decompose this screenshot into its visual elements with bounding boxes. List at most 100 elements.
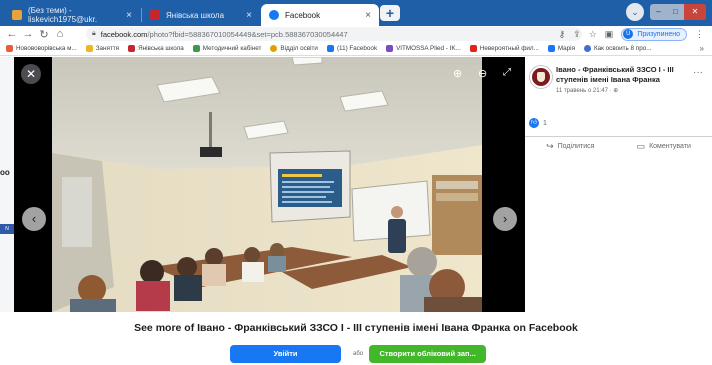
bookmark-item[interactable]: Невероятный фил...: [469, 45, 539, 52]
page-avatar[interactable]: [530, 66, 552, 88]
sidebar-icon[interactable]: ▣: [605, 29, 614, 40]
browser-tab-strip: (Без теми) - liskevich1975@ukr. × Янівсь…: [0, 0, 712, 26]
background-page-chip: N: [0, 224, 14, 234]
url-path: /photo?fbid=588367010054449&set=pcb.5883…: [147, 29, 348, 39]
bookmark-item[interactable]: Новововорівська м...: [6, 45, 77, 52]
bookmark-favicon-icon: [128, 45, 136, 52]
key-icon[interactable]: ⚷: [559, 29, 566, 40]
bookmark-favicon-icon: [192, 45, 200, 52]
classroom-photo: [52, 57, 482, 312]
bookmark-label: VITMOSSA Plied - IK...: [396, 45, 461, 52]
projection-screen: [269, 150, 351, 223]
bookmark-label: Невероятный фил...: [479, 45, 539, 52]
post-photo[interactable]: [52, 57, 482, 312]
menu-kebab-icon[interactable]: ⋮: [695, 29, 704, 40]
share-button[interactable]: ↪ Поділитися: [546, 141, 594, 152]
fullscreen-icon[interactable]: ⤢: [503, 67, 511, 78]
bookmark-label: Новововорівська м...: [16, 45, 77, 52]
photo-viewer: ✕ ‹ › ⊕ ⊖ ⤢: [0, 57, 525, 312]
reactions-summary[interactable]: 👍︎ 1: [529, 118, 547, 128]
reaction-count: 1: [543, 119, 547, 127]
bookmarks-overflow-icon[interactable]: »: [700, 42, 704, 55]
close-tab-icon[interactable]: ×: [246, 10, 252, 21]
tab-mail[interactable]: (Без теми) - liskevich1975@ukr. ×: [4, 4, 140, 26]
bookmark-item[interactable]: Методичний кабінет: [192, 45, 262, 52]
lock-icon[interactable]: 🔒︎: [92, 30, 96, 38]
globe-icon: ⊕: [613, 88, 619, 94]
see-more-heading: See more of Івано - Франківський ЗЗСО І …: [134, 322, 578, 334]
bookmark-favicon-icon: [386, 45, 394, 52]
previous-photo-button[interactable]: ‹: [22, 207, 46, 231]
bookmark-item[interactable]: Заняття: [85, 45, 120, 52]
zoom-in-icon[interactable]: ⊕: [453, 67, 462, 80]
login-actions: Увійти або Створити обліковий зап...: [230, 345, 487, 363]
more-options-icon[interactable]: ···: [693, 67, 703, 78]
facebook-favicon-icon: [269, 10, 279, 20]
profile-label: Призупинено: [637, 30, 680, 38]
tab-school[interactable]: Янівська школа ×: [142, 4, 260, 26]
maximize-icon[interactable]: □: [667, 4, 684, 20]
bookmark-label: (11) Facebook: [336, 45, 378, 52]
home-icon[interactable]: ⌂: [52, 28, 68, 40]
reload-icon[interactable]: ↻: [36, 28, 52, 41]
post-actions: ↪ Поділитися ▭ Коментувати: [525, 136, 712, 156]
tab-facebook[interactable]: Facebook ×: [261, 4, 379, 26]
next-photo-button[interactable]: ›: [493, 207, 517, 231]
bookmark-label: Как освоить 8 про...: [594, 45, 652, 52]
close-viewer-button[interactable]: ✕: [21, 64, 41, 84]
profile-button[interactable]: U Призупинено: [621, 27, 687, 41]
forward-arrow-icon[interactable]: →: [20, 28, 36, 40]
bookmark-favicon-icon: [469, 45, 477, 52]
page-name-link[interactable]: Івано - Франківський ЗЗСО І - ІІІ ступен…: [556, 65, 681, 85]
share-icon[interactable]: ⇪: [573, 29, 581, 40]
bookmark-label: Відділ освіти: [280, 45, 318, 52]
url-host: facebook.com: [100, 29, 148, 39]
comment-button[interactable]: ▭ Коментувати: [637, 141, 691, 152]
tab-title: Facebook: [285, 10, 321, 20]
share-label: Поділитися: [557, 143, 595, 150]
close-tab-icon[interactable]: ×: [126, 10, 132, 21]
back-arrow-icon[interactable]: ←: [4, 28, 20, 40]
bookmark-item[interactable]: VITMOSSA Plied - IK...: [386, 45, 461, 52]
window-buttons: – □ ✕: [650, 4, 706, 20]
bookmark-favicon-icon: [584, 45, 591, 52]
window-controls: ⌄ – □ ✕: [626, 3, 706, 21]
bookmark-label: Янівська школа: [138, 45, 184, 52]
new-tab-button[interactable]: +: [380, 5, 400, 21]
login-button[interactable]: Увійти: [230, 345, 341, 363]
zoom-out-icon[interactable]: ⊖: [478, 67, 487, 80]
bookmark-favicon-icon: [270, 45, 278, 52]
post-details-panel: Івано - Франківський ЗЗСО І - ІІІ ступен…: [525, 57, 712, 312]
bookmark-item[interactable]: Марія: [547, 45, 575, 52]
toolbar-actions: ⚷ ⇪ ☆ ▣ U Призупинено ⋮: [559, 27, 704, 41]
bookmark-item[interactable]: Как освоить 8 про...: [584, 45, 651, 52]
post-timestamp[interactable]: 11 травень о 21:47 · ⊕: [556, 87, 618, 94]
tab-title: (Без теми) - liskevich1975@ukr.: [28, 6, 98, 24]
address-bar[interactable]: 🔒︎ facebook.com /photo?fbid=588367010054…: [86, 27, 582, 41]
tab-search-chevron-icon[interactable]: ⌄: [626, 3, 644, 21]
mail-favicon-icon: [12, 10, 22, 20]
browser-toolbar: ← → ↻ ⌂ 🔒︎ facebook.com /photo?fbid=5883…: [0, 26, 712, 42]
create-account-button[interactable]: Створити обліковий зап...: [369, 345, 487, 363]
close-tab-icon[interactable]: ×: [365, 10, 371, 21]
like-reaction-icon: 👍︎: [529, 118, 539, 128]
or-separator: або: [353, 351, 364, 357]
bookmark-favicon-icon: [326, 45, 334, 52]
bookmark-favicon-icon: [547, 45, 555, 52]
school-favicon-icon: [150, 10, 160, 20]
background-page-text: oo: [0, 168, 10, 177]
login-prompt: See more of Івано - Франківський ЗЗСО І …: [0, 312, 712, 365]
bookmark-label: Заняття: [95, 45, 120, 52]
bookmark-item[interactable]: Янівська школа: [128, 45, 184, 52]
window-close-icon[interactable]: ✕: [683, 4, 706, 20]
bookmarks-bar: Новововорівська м... Заняття Янівська шк…: [0, 42, 712, 56]
star-icon[interactable]: ☆: [589, 29, 597, 40]
comment-bubble-icon: ▭: [636, 141, 646, 151]
bookmark-item[interactable]: Відділ освіти: [270, 45, 318, 52]
bookmark-label: Методичний кабінет: [202, 45, 262, 52]
bookmark-favicon-icon: [85, 45, 93, 52]
bookmark-item[interactable]: (11) Facebook: [326, 45, 378, 52]
profile-avatar: U: [623, 29, 634, 39]
minimize-icon[interactable]: –: [650, 4, 667, 20]
bookmark-favicon-icon: [6, 45, 13, 52]
